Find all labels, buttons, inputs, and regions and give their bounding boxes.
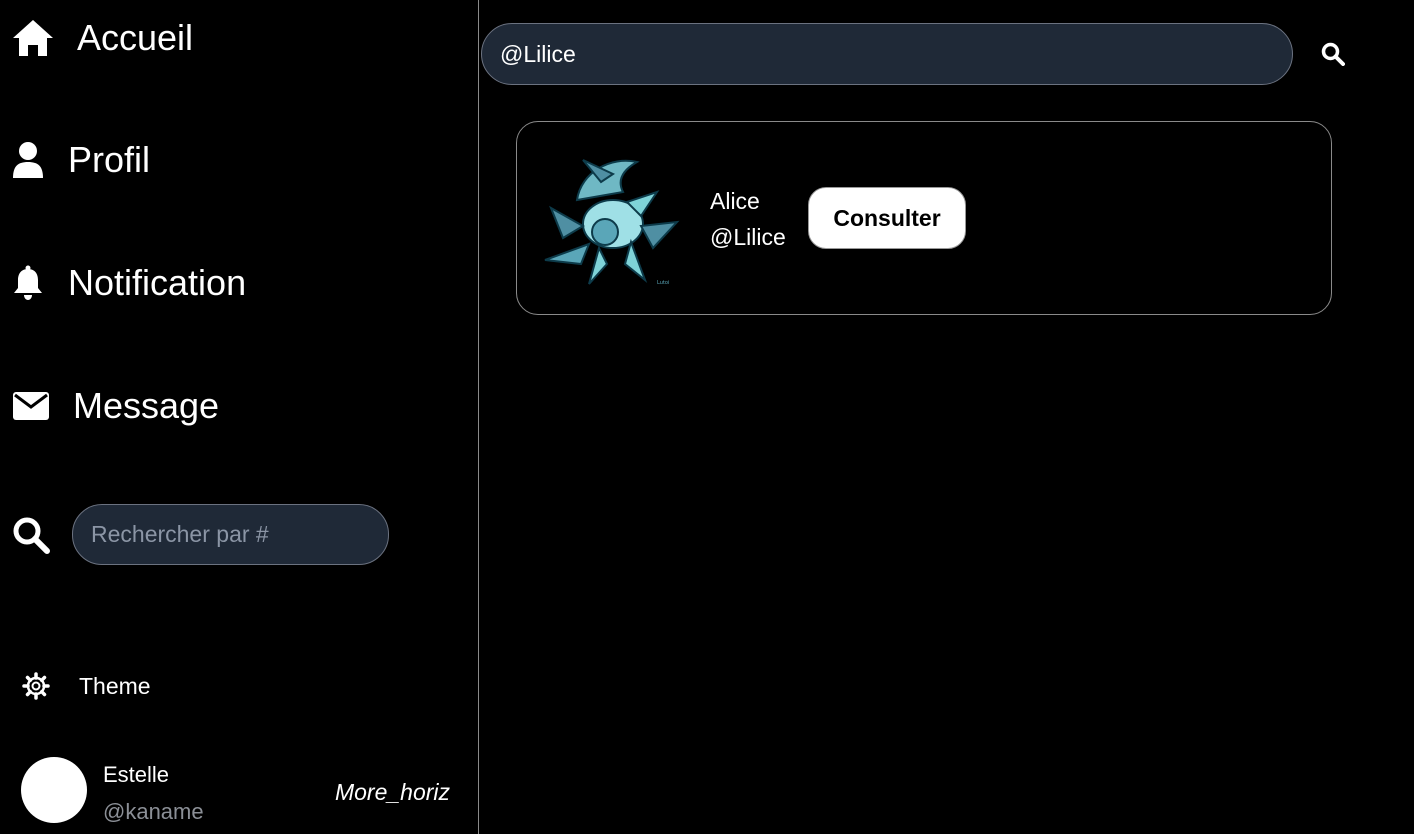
hashtag-search-input[interactable] — [72, 504, 389, 565]
bell-icon — [12, 263, 44, 303]
glaceon-avatar-icon: Lutoi — [541, 152, 685, 292]
theme-label: Theme — [79, 672, 151, 699]
user-name: Estelle — [103, 762, 170, 787]
search-icon[interactable] — [1321, 42, 1345, 66]
envelope-icon — [12, 388, 50, 424]
nav-label-notification: Notification — [68, 262, 247, 303]
result-name: Alice — [710, 188, 760, 214]
nav-label-accueil: Accueil — [77, 17, 194, 58]
nav-label-profil: Profil — [68, 139, 151, 180]
nav-label-message: Message — [73, 385, 220, 426]
current-user: Estelle @kaname More_horiz — [21, 757, 461, 827]
sidebar: Accueil Profil Notification Message Rech… — [0, 0, 479, 834]
consult-button[interactable]: Consulter — [808, 187, 966, 249]
nav-item-profil[interactable]: Profil — [12, 140, 150, 180]
nav-item-notification[interactable]: Notification — [12, 263, 246, 303]
more-options-button[interactable]: More_horiz — [335, 779, 450, 806]
search-icon[interactable] — [12, 516, 50, 554]
result-handle: @Lilice — [710, 224, 786, 250]
avatar[interactable] — [21, 757, 87, 823]
user-icon — [12, 140, 44, 180]
nav-item-message[interactable]: Message — [12, 388, 219, 424]
search-result-card: Lutoi Alice @Lilice Consulter — [516, 121, 1332, 315]
svg-text:Lutoi: Lutoi — [657, 280, 669, 286]
theme-button[interactable]: Theme — [22, 672, 151, 700]
user-handle: @kaname — [103, 799, 204, 824]
app: Accueil Profil Notification Message Rech… — [0, 0, 1414, 834]
user-search-input[interactable] — [481, 23, 1293, 85]
home-icon — [12, 18, 54, 58]
nav-item-accueil[interactable]: Accueil — [12, 18, 193, 58]
gear-icon — [22, 672, 50, 700]
